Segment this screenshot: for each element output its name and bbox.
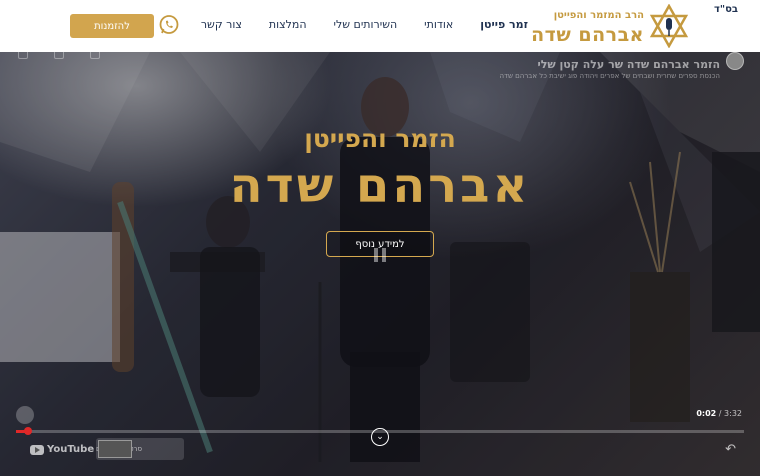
video-time: 0:02 / 3:32 (696, 409, 742, 418)
scroll-down-button[interactable]: ⌄ (371, 428, 389, 446)
hero-video[interactable]: הזמר אברהם שדה שר עלה קטן שלי הכנסת ספרי… (0, 52, 760, 476)
related-videos-button[interactable]: סרטונים נוספים (96, 438, 184, 460)
youtube-play-icon (30, 444, 44, 455)
time-current: 0:02 (696, 409, 717, 418)
chevron-down-icon: ⌄ (376, 432, 384, 442)
site-header: בס"ד הרב המזמר והפייטן אברהם שדה זמר פיי… (0, 0, 760, 52)
channel-avatar[interactable] (726, 52, 744, 70)
settings-icon[interactable] (18, 52, 28, 59)
logo-subtitle: הרב המזמר והפייטן (553, 10, 644, 21)
volume-icon[interactable] (90, 52, 100, 59)
hero-dim-overlay (0, 52, 760, 476)
star-of-david-icon (649, 4, 689, 48)
whatsapp-icon[interactable] (158, 14, 180, 36)
main-nav: זמר פייטן אודותי השירותים שלי המלצות צור… (174, 18, 528, 31)
logo-title: אברהם שדה (531, 24, 644, 46)
pause-icon[interactable] (374, 248, 386, 262)
video-top-controls (18, 52, 100, 59)
video-subtitle: הכנסת ספרים שחרית ושבחים של אפרים ויהודה… (499, 72, 720, 80)
nav-item-contact[interactable]: צור קשר (201, 18, 242, 31)
captions-icon[interactable] (54, 52, 64, 59)
fullscreen-icon[interactable] (16, 406, 34, 424)
hero-title: אברהם שדה (229, 158, 531, 214)
progress-knob[interactable] (24, 427, 32, 435)
youtube-logo[interactable]: YouTube (30, 444, 94, 455)
site-logo[interactable]: הרב המזמר והפייטן אברהם שדה (531, 4, 690, 48)
video-title-bar[interactable]: הזמר אברהם שדה שר עלה קטן שלי הכנסת ספרי… (500, 58, 720, 80)
youtube-label: YouTube (47, 444, 95, 455)
nav-item-about[interactable]: אודותי (424, 18, 453, 31)
video-title[interactable]: הזמר אברהם שדה שר עלה קטן שלי (500, 58, 720, 71)
hero-subtitle: הזמר והפייטן (304, 124, 456, 153)
booking-button[interactable]: להזמנות (70, 14, 154, 38)
share-icon[interactable]: ↶ (725, 442, 736, 457)
time-total: 3:32 (724, 409, 742, 418)
related-thumbnail (98, 440, 132, 458)
bsd-label: בס"ד (714, 4, 738, 15)
nav-item-services[interactable]: השירותים שלי (334, 18, 398, 31)
nav-item-singer[interactable]: זמר פייטן (480, 18, 528, 31)
nav-item-testimonials[interactable]: המלצות (269, 18, 307, 31)
